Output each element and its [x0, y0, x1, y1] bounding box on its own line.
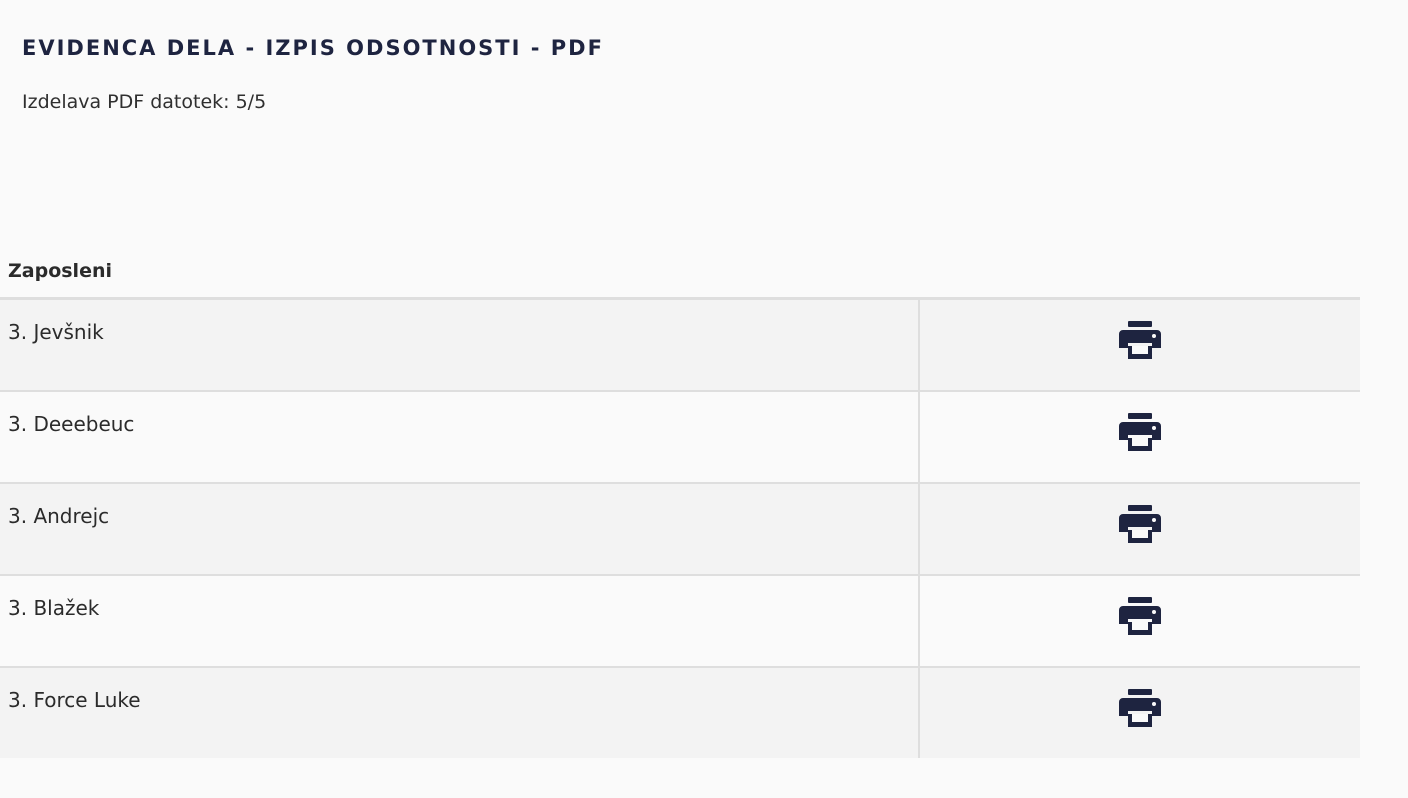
print-icon: [1119, 689, 1161, 727]
table-row: 3. Force Luke: [0, 668, 1360, 758]
pdf-progress-text: Izdelava PDF datotek: 5/5: [22, 91, 267, 113]
table-row: 3. Blažek: [0, 576, 1360, 668]
employees-table: Zaposleni 3. Jevšnik 3. Deeebeuc 3. Andr…: [0, 244, 1360, 758]
action-cell: [920, 392, 1360, 482]
action-cell: [920, 300, 1360, 390]
column-header-employees: Zaposleni: [8, 259, 112, 282]
table-row: 3. Andrejc: [0, 484, 1360, 576]
action-cell: [920, 484, 1360, 574]
employee-name: 3. Deeebeuc: [0, 392, 920, 482]
table-header: Zaposleni: [0, 244, 1360, 300]
page-title: EVIDENCA DELA - IZPIS ODSOTNOSTI - PDF: [22, 36, 604, 60]
print-button[interactable]: [1118, 505, 1162, 545]
print-button[interactable]: [1118, 321, 1162, 361]
print-icon: [1119, 321, 1161, 359]
print-button[interactable]: [1118, 597, 1162, 637]
employee-name: 3. Andrejc: [0, 484, 920, 574]
print-button[interactable]: [1118, 413, 1162, 453]
print-icon: [1119, 597, 1161, 635]
action-cell: [920, 576, 1360, 666]
print-icon: [1119, 505, 1161, 543]
table-row: 3. Jevšnik: [0, 300, 1360, 392]
action-cell: [920, 668, 1360, 758]
print-button[interactable]: [1118, 689, 1162, 729]
table-row: 3. Deeebeuc: [0, 392, 1360, 484]
print-icon: [1119, 413, 1161, 451]
employee-name: 3. Force Luke: [0, 668, 920, 758]
page: EVIDENCA DELA - IZPIS ODSOTNOSTI - PDF I…: [0, 0, 1408, 798]
employee-name: 3. Jevšnik: [0, 300, 920, 390]
employee-name: 3. Blažek: [0, 576, 920, 666]
